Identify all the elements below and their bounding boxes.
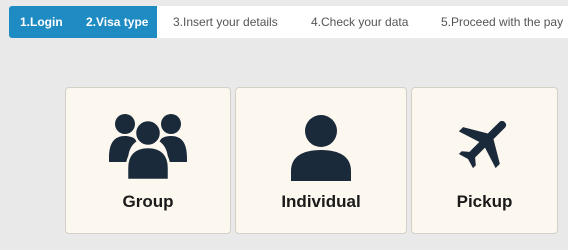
step-login[interactable]: 1.Login [9,6,76,38]
individual-option-card[interactable]: Individual [235,87,407,234]
step-visa-type[interactable]: 2.Visa type [76,6,157,38]
individual-option-label: Individual [281,192,361,211]
pickup-option-label: Pickup [456,192,513,211]
user-icon [291,115,351,186]
group-option-label: Group [122,192,174,211]
step-proceed-payment[interactable]: 5.Proceed with the pay [423,6,568,38]
pickup-option-card[interactable]: Pickup [411,87,558,234]
group-option-card[interactable]: Group [65,87,231,234]
group-icon [109,110,187,185]
progress-steps: 1.Login 2.Visa type 3.Insert your detail… [9,6,568,38]
airplane-icon [457,114,513,175]
step-check-data[interactable]: 4.Check your data [296,6,423,38]
step-insert-details[interactable]: 3.Insert your details [157,6,296,38]
